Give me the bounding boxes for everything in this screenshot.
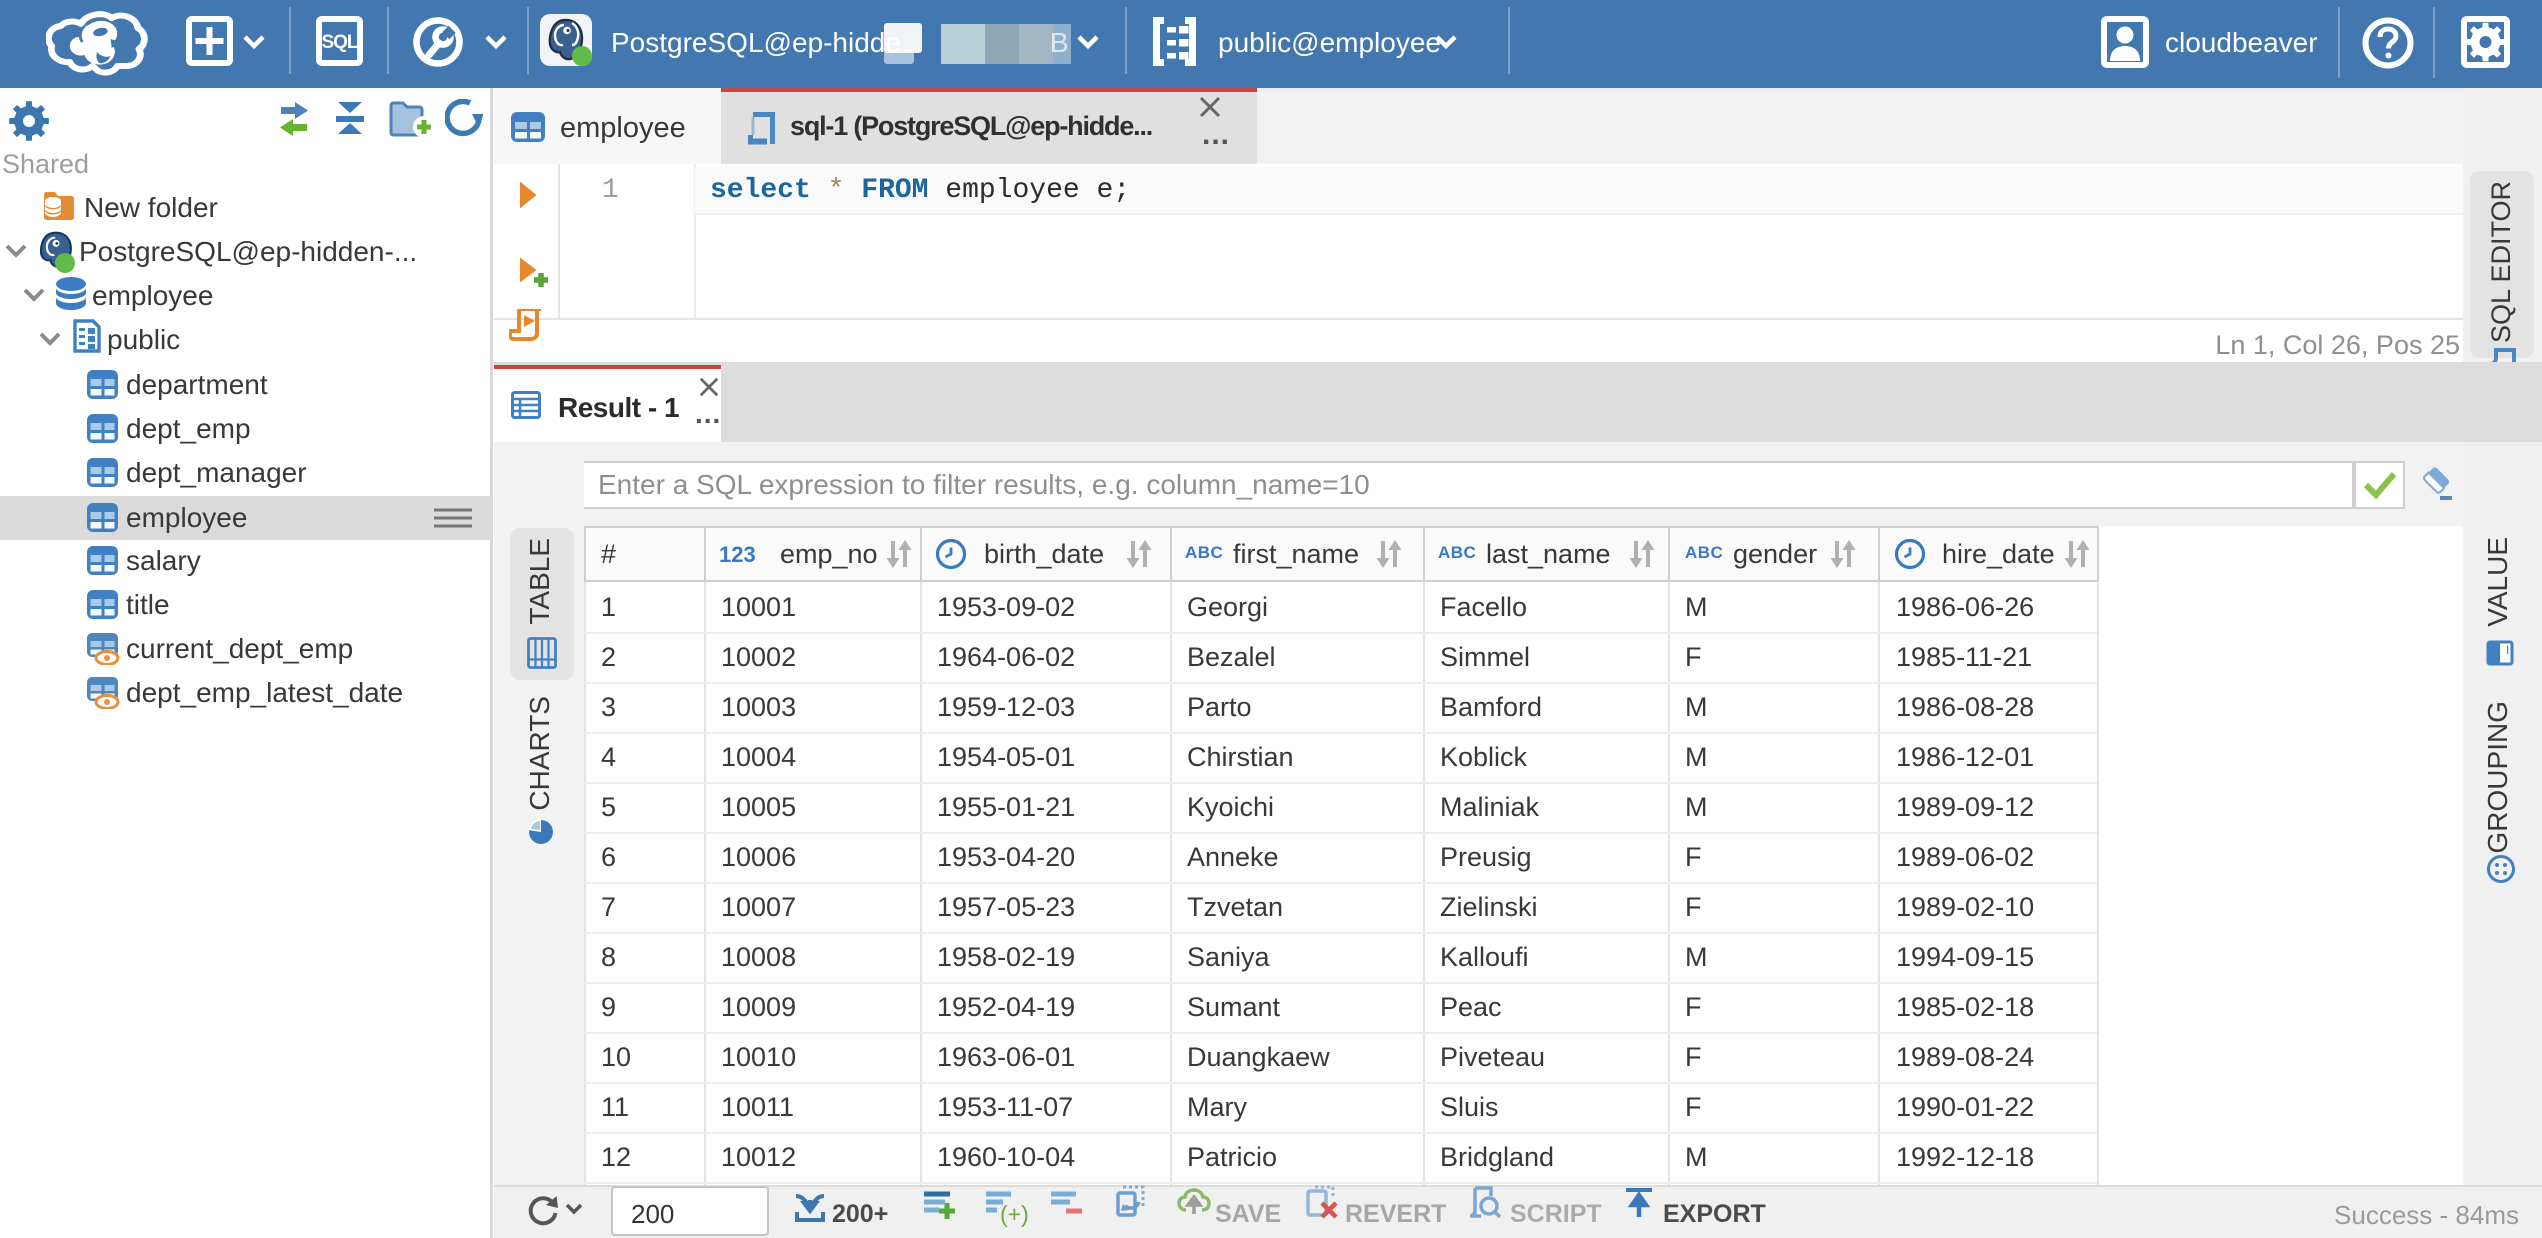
svg-text:I: I xyxy=(2506,643,2509,657)
svg-text:SQL: SQL xyxy=(321,32,358,53)
